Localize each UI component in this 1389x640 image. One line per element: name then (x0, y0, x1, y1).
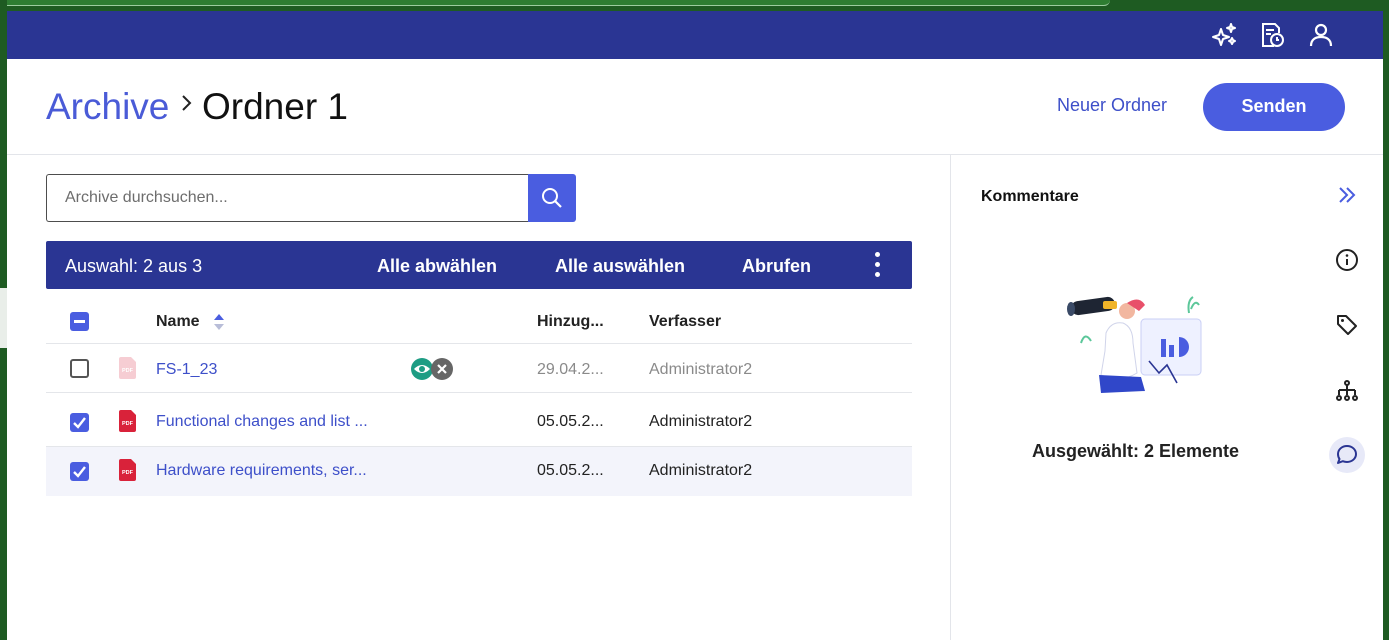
new-folder-button[interactable]: Neuer Ordner (1057, 95, 1167, 116)
svg-text:PDF: PDF (122, 421, 134, 427)
added-date: 05.05.2... (537, 413, 604, 430)
svg-text:PDF: PDF (122, 470, 134, 476)
column-added[interactable]: Hinzug... (537, 313, 604, 331)
chevron-right-icon (182, 95, 192, 111)
pdf-file-icon: PDF (119, 459, 136, 481)
user-icon[interactable] (1307, 21, 1335, 49)
document-clock-icon[interactable] (1258, 21, 1286, 49)
file-name-link[interactable]: Functional changes and list ... (156, 413, 368, 431)
selection-caption: Ausgewählt: 2 Elemente (1032, 441, 1240, 461)
file-name-link[interactable]: Hardware requirements, ser... (156, 462, 367, 480)
table-header: Name Hinzug... Verfasser (46, 299, 912, 344)
panel-title: Kommentare (981, 188, 1079, 205)
added-date: 05.05.2... (537, 462, 604, 479)
search-bar: Archive durchsuchen... (46, 174, 576, 222)
table-row[interactable]: PDF Hardware requirements, ser... 05.05.… (46, 447, 912, 496)
collapse-double-chevron-icon[interactable] (1329, 177, 1365, 213)
search-input[interactable]: Archive durchsuchen... (46, 174, 528, 222)
table-row[interactable]: PDF FS-1_23 29.04.2... Administrator2 (46, 344, 912, 393)
table-row[interactable]: PDF Functional changes and list ... 05.0… (46, 398, 912, 447)
selection-count: Auswahl: 2 aus 3 (65, 256, 203, 276)
check-icon (73, 466, 86, 478)
app-window: Archive Ordner 1 Neuer Ordner Senden Arc… (7, 11, 1383, 640)
page-title: Ordner 1 (202, 86, 349, 127)
column-author[interactable]: Verfasser (649, 313, 721, 331)
search-icon (542, 188, 562, 208)
retrieve-button[interactable]: Abrufen (742, 256, 811, 277)
status-badges (410, 357, 456, 381)
telescope-illustration (1067, 296, 1202, 393)
sort-ascending-icon[interactable] (213, 313, 225, 331)
pdf-file-icon: PDF (119, 410, 136, 432)
details-panel: Kommentare Ausgewählt: 2 Elemente (950, 155, 1383, 640)
breadcrumb-root-link[interactable]: Archive (46, 86, 169, 128)
row-checkbox[interactable] (70, 462, 89, 481)
info-icon[interactable] (1329, 242, 1365, 278)
search-button[interactable] (528, 174, 576, 222)
file-name-link[interactable]: FS-1_23 (156, 361, 217, 379)
tag-icon[interactable] (1329, 307, 1365, 343)
check-icon (73, 417, 86, 429)
page-header: Archive Ordner 1 Neuer Ordner Senden (7, 59, 1383, 155)
desktop-tab (0, 0, 1110, 6)
pdf-file-icon: PDF (119, 357, 136, 379)
svg-text:PDF: PDF (122, 368, 134, 374)
comment-icon[interactable] (1329, 437, 1365, 473)
hierarchy-icon[interactable] (1329, 373, 1365, 409)
deselect-all-button[interactable]: Alle abwählen (377, 256, 497, 277)
desktop-left-strip (0, 288, 7, 348)
select-all-button[interactable]: Alle auswählen (555, 256, 685, 277)
select-all-checkbox[interactable] (70, 312, 89, 331)
row-checkbox[interactable] (70, 413, 89, 432)
top-navbar (7, 11, 1383, 59)
author: Administrator2 (649, 361, 753, 378)
row-checkbox[interactable] (70, 359, 89, 378)
author: Administrator2 (649, 462, 753, 479)
selection-bar: Auswahl: 2 aus 3 Alle abwählen Alle ausw… (46, 241, 912, 289)
added-date: 29.04.2... (537, 361, 604, 378)
more-options-icon[interactable] (874, 252, 882, 278)
author: Administrator2 (649, 413, 753, 430)
send-button[interactable]: Senden (1203, 83, 1345, 131)
column-name[interactable]: Name (156, 313, 200, 331)
sparkles-icon[interactable] (1210, 21, 1238, 49)
desktop-right-edge (1383, 0, 1389, 640)
